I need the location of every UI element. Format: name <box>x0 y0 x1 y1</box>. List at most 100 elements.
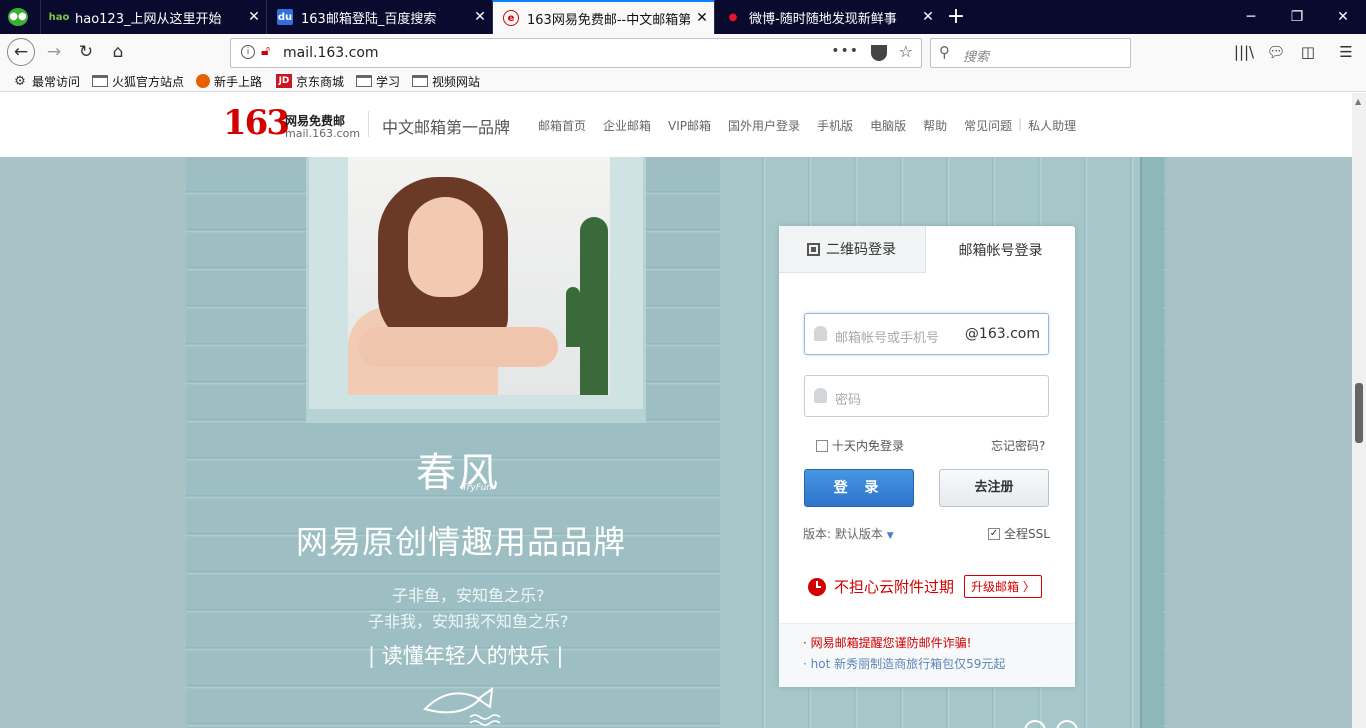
tab-account-login[interactable]: 邮箱帐号登录 <box>926 226 1075 273</box>
forward-button[interactable]: → <box>40 38 68 66</box>
photo-arm <box>358 327 558 367</box>
nav-desktop[interactable]: 电脑版 <box>870 117 906 134</box>
url-text[interactable]: mail.163.com <box>283 45 379 61</box>
pocket-icon[interactable] <box>871 45 887 61</box>
scrollbar-thumb[interactable] <box>1355 383 1363 443</box>
weibo-favicon-icon: ● <box>728 11 738 23</box>
search-input[interactable]: ⚲ 搜索 <box>930 38 1131 68</box>
folder-icon <box>92 75 108 87</box>
tab-title: 163邮箱登陆_百度搜索 <box>301 11 437 27</box>
nav-overseas-login[interactable]: 国外用户登录 <box>728 117 800 134</box>
nav-enterprise-mail[interactable]: 企业邮箱 <box>603 117 651 134</box>
register-button[interactable]: 去注册 <box>939 469 1049 507</box>
info-icon[interactable]: i <box>241 45 255 59</box>
notice-promo-luggage[interactable]: · hot 新秀丽制造商旅行箱包仅59元起 <box>803 655 1005 672</box>
tab-hao123[interactable]: hao hao123_上网从这里开始 ✕ <box>40 0 266 34</box>
remember-checkbox[interactable] <box>816 439 828 452</box>
site-header: 163 网易免费邮 mail.163.com 中文邮箱第一品牌 邮箱首页 企业邮… <box>0 93 1352 157</box>
reload-button[interactable]: ↻ <box>72 38 100 66</box>
page-scrollbar[interactable]: ▲ <box>1352 93 1366 728</box>
tab-account-label: 邮箱帐号登录 <box>958 242 1043 259</box>
search-placeholder: 搜索 <box>963 50 990 65</box>
bookmark-star-icon[interactable]: ☆ <box>899 42 913 61</box>
tab-baidu-search[interactable]: du 163邮箱登陆_百度搜索 ✕ <box>266 0 492 34</box>
password-placeholder: 密码 <box>835 393 862 408</box>
page-actions-icon[interactable]: ••• <box>831 43 859 59</box>
new-tab-button[interactable]: + <box>944 4 968 29</box>
back-button[interactable]: ← <box>7 38 35 66</box>
nav-help[interactable]: 帮助 <box>923 117 947 134</box>
tab-close-icon[interactable]: ✕ <box>468 9 492 25</box>
close-window-button[interactable]: ✕ <box>1320 0 1366 34</box>
bookmark-most-visited[interactable]: ⚙ 最常访问 <box>12 72 80 90</box>
jd-icon: JD <box>276 74 292 88</box>
model-photo <box>348 157 610 395</box>
bookmark-firefox-site[interactable]: 火狐官方站点 <box>92 72 184 90</box>
scroll-up-icon[interactable]: ▲ <box>1355 97 1361 106</box>
ssl-toggle[interactable]: ✓ 全程SSL <box>988 525 1050 542</box>
forgot-password-link[interactable]: 忘记密码? <box>991 437 1045 454</box>
tab-weibo[interactable]: ● 微博-随时随地发现新鲜事 ✕ <box>714 0 940 34</box>
bookmark-jd[interactable]: JD 京东商城 <box>276 72 344 90</box>
tab-title: 163网易免费邮--中文邮箱第一 <box>527 12 690 28</box>
tab-close-icon[interactable]: ✕ <box>690 10 714 26</box>
sidebar-icon[interactable]: ◫ <box>1294 38 1322 66</box>
nav-assistant[interactable]: 私人助理 <box>1028 117 1076 134</box>
tab-qr-label: 二维码登录 <box>826 242 896 258</box>
insecure-lock-icon[interactable]: 🔓︎ <box>261 43 270 59</box>
bookmark-label: 新手上路 <box>214 74 263 89</box>
user-icon <box>814 326 827 341</box>
bookmarks-bar: ⚙ 最常访问 火狐官方站点 新手上路 JD 京东商城 学习 视频网站 <box>0 70 1366 92</box>
browser-tab-bar: ●● hao hao123_上网从这里开始 ✕ du 163邮箱登陆_百度搜索 … <box>0 0 1366 34</box>
tab-163-mail[interactable]: e 163网易免费邮--中文邮箱第一 ✕ <box>492 0 714 34</box>
hero-banner: 春风 TryFun 网易原创情趣用品品牌 子非鱼，安知鱼之乐? 子非我，安知我不… <box>0 157 1352 728</box>
bookmark-label: 火狐官方站点 <box>112 74 185 89</box>
home-button[interactable]: ⌂ <box>104 38 132 66</box>
library-icon[interactable]: |||\ <box>1230 38 1258 66</box>
version-label: 版本: <box>803 527 832 541</box>
bookmark-study[interactable]: 学习 <box>356 72 400 90</box>
wechat-icon[interactable]: ●● <box>8 8 28 26</box>
bookmark-getting-started[interactable]: 新手上路 <box>196 72 262 90</box>
username-field[interactable]: 邮箱帐号或手机号 @163.com <box>804 313 1049 355</box>
hero-poem-line1: 子非鱼，安知鱼之乐? <box>392 586 545 605</box>
hero-poem-line2: 子非我，安知我不知鱼之乐? <box>368 612 569 631</box>
nav-mail-home[interactable]: 邮箱首页 <box>538 117 586 134</box>
fish-icon <box>420 679 510 728</box>
photo-face <box>408 197 483 297</box>
logo-163[interactable]: 163 <box>223 103 290 143</box>
bookmark-video-sites[interactable]: 视频网站 <box>412 72 480 90</box>
bookmark-label: 学习 <box>376 74 401 89</box>
bookmark-label: 最常访问 <box>32 74 81 89</box>
nav-faq[interactable]: 常见问题 <box>964 117 1012 134</box>
url-bar[interactable]: i 🔓︎ mail.163.com ••• ☆ <box>230 38 922 68</box>
brand-logo-sub: TryFun <box>462 483 493 493</box>
promo-text[interactable]: 不担心云附件过期 <box>834 576 954 597</box>
nav-mobile[interactable]: 手机版 <box>817 117 853 134</box>
remember-me[interactable]: 十天内免登录 <box>816 437 904 454</box>
nav-separator: | <box>1018 117 1023 131</box>
ssl-checkbox[interactable]: ✓ <box>988 527 1000 540</box>
version-selector[interactable]: 版本: 默认版本 ▼ <box>803 525 894 542</box>
caret-down-icon[interactable]: ▼ <box>887 531 894 541</box>
version-value[interactable]: 默认版本 <box>835 527 883 541</box>
username-placeholder: 邮箱帐号或手机号 <box>835 331 940 346</box>
ssl-label: 全程SSL <box>1004 527 1050 541</box>
tab-close-icon[interactable]: ✕ <box>916 9 940 25</box>
upgrade-mailbox-button[interactable]: 升级邮箱 〉 <box>964 575 1042 598</box>
tab-title: hao123_上网从这里开始 <box>75 11 222 27</box>
nav-vip-mail[interactable]: VIP邮箱 <box>668 117 711 134</box>
login-button[interactable]: 登 录 <box>804 469 914 507</box>
restore-button[interactable]: ❐ <box>1274 0 1320 34</box>
top-nav: 邮箱首页 企业邮箱 VIP邮箱 国外用户登录 手机版 电脑版 帮助 常见问题 |… <box>538 117 1093 134</box>
chat-icon[interactable]: 💬︎ <box>1262 38 1290 66</box>
tab-qr-login[interactable]: 二维码登录 <box>779 226 926 273</box>
bookmark-label: 京东商城 <box>296 74 345 89</box>
logo-divider <box>368 111 369 137</box>
qrcode-icon <box>807 242 820 256</box>
notice-fraud-warning[interactable]: · 网易邮箱提醒您谨防邮件诈骗! <box>803 634 971 651</box>
menu-icon[interactable]: ☰ <box>1332 38 1360 66</box>
tab-close-icon[interactable]: ✕ <box>242 9 266 25</box>
minimize-button[interactable]: ─ <box>1228 0 1274 34</box>
password-field[interactable]: 密码 <box>804 375 1049 417</box>
